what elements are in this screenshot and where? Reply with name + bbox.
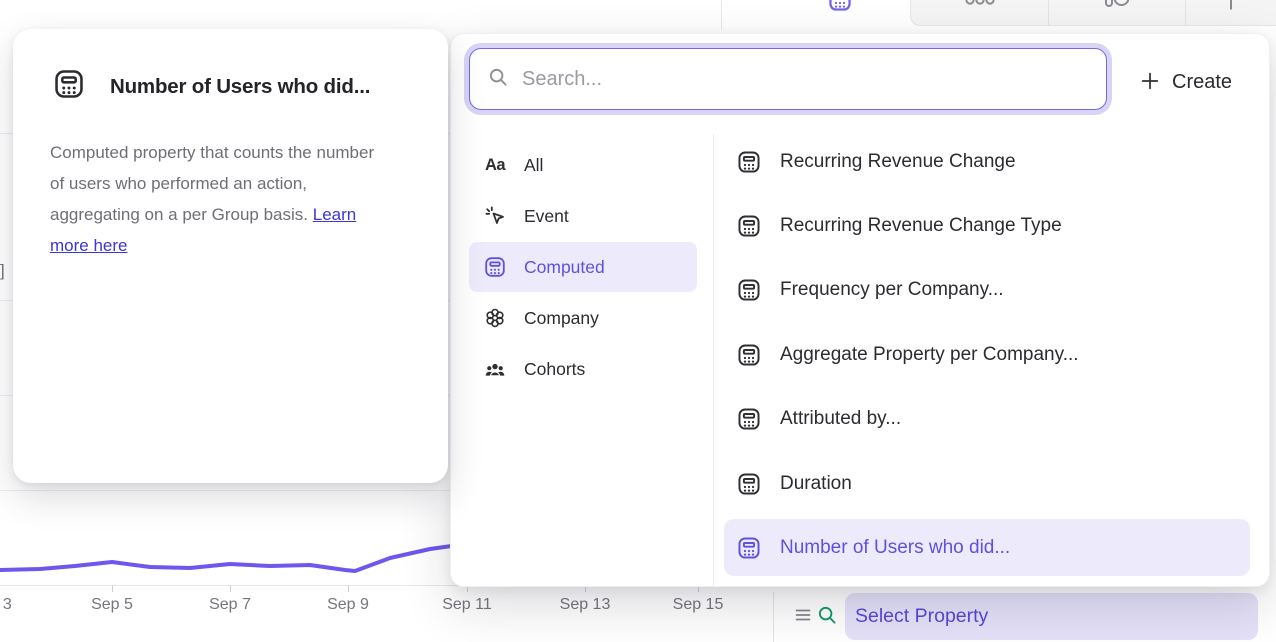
line-chart	[0, 538, 466, 588]
tab-active[interactable]	[769, 0, 910, 30]
search-icon	[487, 66, 509, 93]
category-item-event[interactable]: Event	[469, 191, 697, 241]
axis-tick	[112, 585, 113, 592]
result-label: Number of Users who did...	[780, 537, 1010, 559]
grid-icon	[827, 0, 853, 13]
axis-tick-label: Sep 7	[209, 596, 251, 614]
category-item-computed[interactable]: Computed	[469, 242, 697, 292]
search-input[interactable]	[522, 68, 1106, 91]
calculator-icon	[736, 535, 762, 561]
calculator-icon	[736, 213, 762, 239]
result-label: Duration	[780, 473, 852, 495]
category-item-cohorts[interactable]: Cohorts	[469, 344, 697, 394]
category-item-company[interactable]: Company	[469, 293, 697, 343]
bottom-bar-divider	[773, 592, 774, 642]
calculator-icon	[736, 149, 762, 175]
axis-tick	[230, 585, 231, 592]
results-list: Recurring Revenue Change Recurring Reven…	[724, 133, 1250, 587]
calculator-icon	[483, 255, 507, 279]
axis-tick	[348, 585, 349, 592]
axis-tick-label: Sep 9	[327, 596, 369, 614]
result-label: Attributed by...	[780, 408, 901, 430]
property-picker-panel: Create Aa All Event Computed Company Coh…	[450, 33, 1270, 587]
plus-icon	[1139, 70, 1161, 95]
search-box[interactable]	[469, 48, 1107, 110]
axis-tick-label: Sep 3	[0, 596, 12, 614]
panel-divider	[713, 134, 714, 587]
property-tooltip-card: Number of Users who did... Computed prop…	[13, 29, 448, 483]
result-row[interactable]: Recurring Revenue Change	[724, 133, 1250, 190]
company-icon	[483, 306, 507, 330]
category-list: Aa All Event Computed Company Cohorts	[469, 140, 697, 395]
calculator-icon	[52, 67, 86, 101]
aa-icon: Aa	[483, 153, 507, 177]
result-row[interactable]: Attributed by...	[724, 391, 1250, 448]
calculator-icon	[736, 471, 762, 497]
create-button[interactable]: Create	[1139, 64, 1232, 100]
category-item-all[interactable]: Aa All	[469, 140, 697, 190]
tab-group-inactive	[910, 0, 1276, 26]
result-row[interactable]: Duration	[724, 455, 1250, 512]
tab-inactive[interactable]	[1048, 0, 1185, 25]
clipped-background-text: ]	[0, 261, 5, 281]
result-row[interactable]: Aggregate Property per Company...	[724, 326, 1250, 383]
axis-tick-label: Sep 11	[442, 596, 492, 614]
select-property-label: Select Property	[845, 605, 988, 628]
result-row[interactable]: Frequency per Company...	[724, 262, 1250, 319]
tab-inactive[interactable]	[1185, 0, 1276, 25]
app-root: ] Sep 3 Sep 5 Sep 7 Sep 9 Sep 11 Sep 13 Sep 15…	[0, 0, 1276, 642]
cohorts-icon	[483, 357, 507, 381]
category-label: Company	[524, 308, 599, 329]
axis-tick-label: Sep 13	[560, 596, 611, 614]
report-type-tabstrip	[721, 0, 1276, 30]
result-row[interactable]: Recurring Revenue Change Type	[724, 197, 1250, 254]
select-property-field[interactable]: Select Property	[845, 593, 1258, 640]
calculator-icon	[736, 342, 762, 368]
result-label: Frequency per Company...	[780, 279, 1004, 301]
retention-icon	[1104, 0, 1130, 13]
category-label: Computed	[524, 257, 605, 278]
result-label: Recurring Revenue Change	[780, 151, 1016, 173]
axis-tick-label: Sep 5	[91, 596, 133, 614]
property-search-icon	[816, 604, 838, 631]
flag-icon	[1226, 0, 1236, 13]
calculator-icon	[736, 277, 762, 303]
dots-icon	[965, 0, 995, 13]
tooltip-description: Computed property that counts the number…	[50, 137, 382, 261]
event-icon	[483, 204, 507, 228]
create-button-label: Create	[1172, 71, 1232, 94]
category-label: Cohorts	[524, 359, 585, 380]
tabstrip-border	[721, 0, 722, 30]
result-row[interactable]: Number of Users who did...	[724, 519, 1250, 576]
tooltip-title: Number of Users who did...	[110, 75, 370, 99]
category-label: All	[524, 155, 543, 176]
result-label: Recurring Revenue Change Type	[780, 215, 1062, 237]
result-label: Aggregate Property per Company...	[780, 344, 1079, 366]
axis-tick-label: Sep 15	[673, 596, 724, 614]
calculator-icon	[736, 406, 762, 432]
category-label: Event	[524, 206, 569, 227]
tab-inactive[interactable]	[911, 0, 1048, 25]
hamburger-icon[interactable]	[795, 608, 811, 627]
background-row-divider	[0, 490, 452, 491]
